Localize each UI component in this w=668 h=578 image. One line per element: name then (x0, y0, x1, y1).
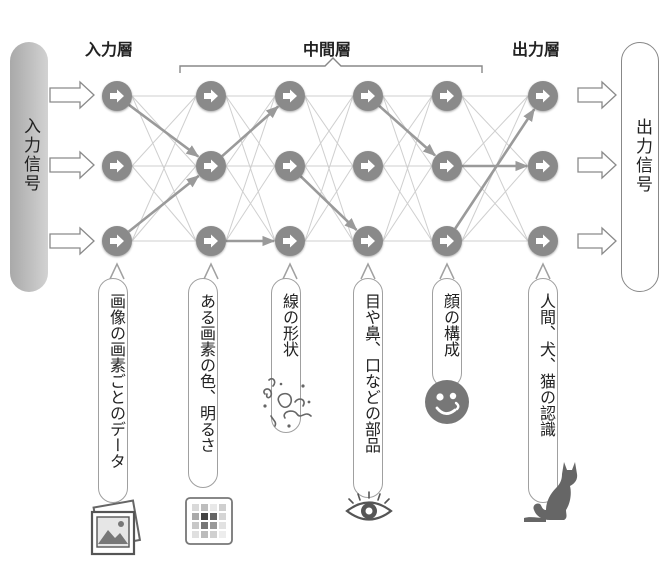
neuron-node (353, 81, 383, 111)
callout-pixel-data: 画像の画素ごとのデータ (98, 278, 128, 503)
active-connection-arrow (454, 108, 536, 230)
input-signal-label: 入力信号 (20, 117, 40, 193)
arrow-right-icon (110, 234, 124, 248)
neuron-node (432, 226, 462, 256)
neuron-node (275, 226, 305, 256)
output-signal-label: 出力信号 (632, 118, 652, 194)
photo-icon (90, 499, 142, 556)
smiley-face-icon (425, 380, 469, 424)
neuron-node (528, 81, 558, 111)
active-connection-arrow (299, 175, 358, 231)
neuron-node (196, 226, 226, 256)
neuron-node (102, 226, 132, 256)
pixel-grid-icon (185, 497, 233, 545)
neuron-node (102, 151, 132, 181)
output-signal-bar: 出力信号 (621, 42, 659, 292)
arrow-right-icon (536, 234, 550, 248)
callout-pointer (535, 262, 551, 280)
callout-text: 顔の構成 (441, 293, 460, 357)
input-arrow-icon (49, 150, 95, 180)
neuron-node (196, 81, 226, 111)
output-layer-title: 出力層 (512, 40, 561, 59)
callout-face-parts: 目や鼻、口などの部品 (353, 278, 383, 498)
neuron-node (528, 151, 558, 181)
arrow-right-icon (110, 159, 124, 173)
callout-pointer (203, 262, 219, 280)
active-connection-arrow (128, 103, 200, 158)
input-layer-title: 入力層 (85, 40, 134, 59)
input-signal-bar: 入力信号 (10, 42, 48, 292)
arrow-right-icon (361, 234, 375, 248)
callout-text: 目や鼻、口などの部品 (362, 293, 381, 453)
callout-text: 人間、犬、猫の認識 (537, 293, 556, 437)
arrow-right-icon (283, 89, 297, 103)
neuron-node (432, 151, 462, 181)
hidden-layer-title: 中間層 (303, 40, 352, 59)
neuron-node (102, 81, 132, 111)
arrow-right-icon (204, 89, 218, 103)
neuron-node (275, 81, 305, 111)
cat-icon (524, 462, 578, 522)
output-arrows (577, 80, 617, 256)
callout-pointer (439, 262, 455, 280)
arrow-right-icon (440, 234, 454, 248)
input-arrow-icon (49, 226, 95, 256)
arrow-right-icon (283, 159, 297, 173)
active-connection-arrow (221, 105, 279, 158)
arrow-right-icon (536, 159, 550, 173)
callout-pointer (360, 262, 376, 280)
output-arrow-icon (577, 226, 617, 256)
input-arrows (49, 80, 95, 256)
input-arrow-icon (49, 80, 95, 110)
arrow-right-icon (361, 89, 375, 103)
output-arrow-icon (577, 150, 617, 180)
callout-face-composition: 顔の構成 (432, 278, 462, 388)
arrow-right-icon (204, 234, 218, 248)
callout-text: 画像の画素ごとのデータ (107, 293, 126, 469)
scribble-icon (263, 377, 312, 428)
arrow-right-icon (440, 89, 454, 103)
neuron-node (528, 226, 558, 256)
neuron-node (353, 151, 383, 181)
arrow-right-icon (536, 89, 550, 103)
neuron-node (275, 151, 305, 181)
eye-icon (345, 491, 393, 521)
arrow-right-icon (283, 234, 297, 248)
neuron-node (432, 81, 462, 111)
callout-pointer (109, 262, 125, 280)
callout-text: 線の形状 (280, 293, 299, 357)
callout-pixel-color: ある画素の色、明るさ (188, 278, 218, 488)
arrow-right-icon (204, 159, 218, 173)
callout-pointer (282, 262, 298, 280)
hidden-layer-bracket (179, 57, 483, 73)
output-arrow-icon (577, 80, 617, 110)
neuron-node (196, 151, 226, 181)
neuron-node (353, 226, 383, 256)
arrow-right-icon (110, 89, 124, 103)
arrow-right-icon (440, 159, 454, 173)
arrow-right-icon (361, 159, 375, 173)
callout-text: ある画素の色、明るさ (197, 293, 216, 453)
